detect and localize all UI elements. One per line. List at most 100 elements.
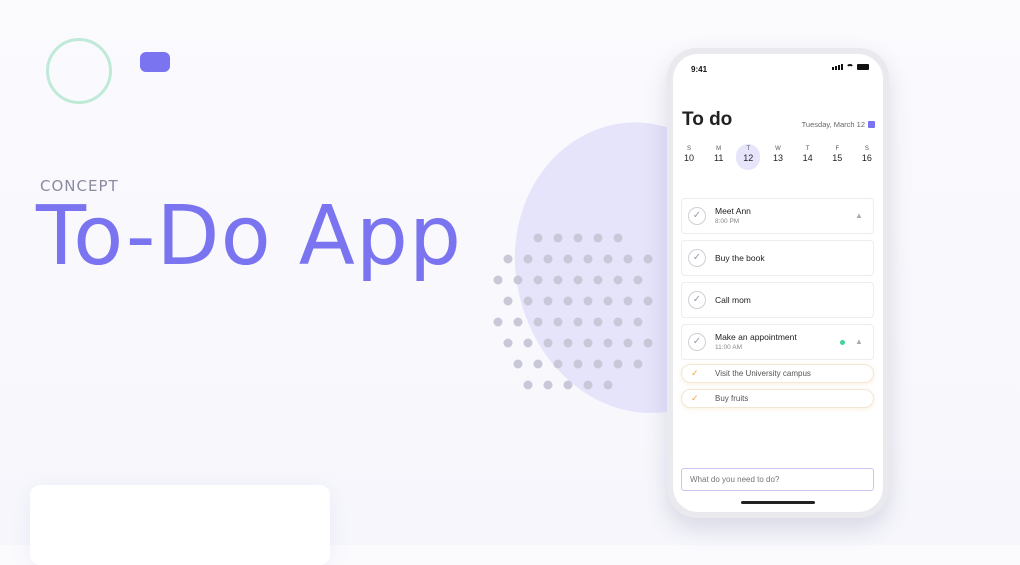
day-10[interactable]: S 10	[677, 144, 701, 170]
bell-icon[interactable]: ▲	[855, 338, 863, 346]
status-icons	[832, 64, 869, 70]
dot	[563, 338, 573, 348]
dot	[553, 359, 563, 369]
check-icon[interactable]: ✓	[688, 291, 706, 309]
day-12[interactable]: T 12	[736, 144, 761, 170]
dot	[573, 233, 583, 243]
completed-task-item[interactable]: ✓ Buy fruits	[681, 389, 874, 408]
dot	[643, 338, 653, 348]
dot	[523, 296, 533, 306]
check-icon[interactable]: ✓	[688, 249, 706, 267]
status-time: 9:41	[691, 65, 708, 74]
day-letter: S	[686, 146, 691, 152]
dot	[613, 359, 623, 369]
day-number: 14	[802, 153, 813, 163]
completed-task-title: Visit the University campus	[715, 369, 811, 378]
week-strip: S 10 M 11 T 12 W 13 T 14 F 15 S 16	[677, 144, 879, 170]
task-item[interactable]: ✓ Meet Ann 8:00 PM ▲	[681, 198, 874, 234]
signal-icon	[832, 64, 843, 70]
smile-icon	[46, 38, 112, 104]
day-16[interactable]: S 16	[855, 144, 879, 170]
dot	[493, 317, 503, 327]
dot	[503, 296, 513, 306]
dot	[603, 296, 613, 306]
day-number: 12	[743, 153, 754, 163]
hero-title: To-Do App	[36, 189, 463, 284]
dot	[583, 254, 593, 264]
dot	[573, 275, 583, 285]
dot	[583, 296, 593, 306]
checkmark-icon[interactable]: ✓	[691, 368, 699, 379]
dot	[553, 275, 563, 285]
check-icon[interactable]: ✓	[688, 333, 706, 351]
dot	[563, 380, 573, 390]
day-letter: F	[835, 146, 840, 152]
dot	[643, 296, 653, 306]
date-picker[interactable]: Tuesday, March 12	[802, 120, 875, 129]
check-icon[interactable]: ✓	[688, 207, 706, 225]
day-15[interactable]: F 15	[825, 144, 849, 170]
dot	[573, 317, 583, 327]
day-letter: S	[864, 146, 869, 152]
task-title: Buy the book	[715, 253, 765, 263]
status-dot	[840, 340, 845, 345]
page-title: To do	[682, 109, 733, 130]
dot	[543, 254, 553, 264]
day-letter: M	[716, 146, 722, 152]
dot	[593, 359, 603, 369]
bell-icon[interactable]: ▲	[855, 212, 863, 220]
day-number: 10	[683, 153, 694, 163]
dot	[503, 254, 513, 264]
dot	[523, 380, 533, 390]
dot	[623, 296, 633, 306]
day-letter: W	[775, 146, 781, 152]
dot	[503, 338, 513, 348]
dot	[543, 296, 553, 306]
dot	[533, 233, 543, 243]
task-item[interactable]: ✓ Make an appointment 11:00 AM ▲	[681, 324, 874, 360]
dot	[603, 338, 613, 348]
dot	[513, 317, 523, 327]
dot	[523, 338, 533, 348]
phone-mockup: 9:41 To do Tuesday, March 12 S 10 M 11 T 12 W 1…	[667, 48, 889, 518]
dot	[633, 317, 643, 327]
preview-card	[30, 485, 330, 565]
dot	[543, 338, 553, 348]
dot	[643, 254, 653, 264]
dot	[593, 317, 603, 327]
dot	[603, 380, 613, 390]
completed-task-item[interactable]: ✓ Visit the University campus	[681, 364, 874, 383]
wifi-icon	[846, 64, 854, 70]
dot	[613, 275, 623, 285]
task-title: Meet Ann	[715, 206, 751, 216]
dot	[513, 359, 523, 369]
day-13[interactable]: W 13	[766, 144, 790, 170]
dot	[513, 275, 523, 285]
dot	[533, 275, 543, 285]
dot	[633, 275, 643, 285]
dot	[593, 275, 603, 285]
checkmark-icon[interactable]: ✓	[691, 393, 699, 404]
day-11[interactable]: M 11	[707, 144, 731, 170]
dot	[623, 254, 633, 264]
task-time: 8:00 PM	[715, 218, 740, 225]
dot	[533, 317, 543, 327]
calendar-icon[interactable]	[868, 121, 875, 128]
dot	[563, 254, 573, 264]
dot	[603, 254, 613, 264]
dot-pattern-decoration	[493, 233, 653, 390]
task-title: Make an appointment	[715, 332, 797, 342]
dot	[583, 338, 593, 348]
dot	[583, 380, 593, 390]
dot	[523, 254, 533, 264]
dot	[633, 359, 643, 369]
task-item[interactable]: ✓ Call mom	[681, 282, 874, 318]
dot	[493, 275, 503, 285]
task-item[interactable]: ✓ Buy the book	[681, 240, 874, 276]
day-number: 16	[861, 153, 872, 163]
new-task-input[interactable]	[681, 468, 874, 491]
day-letter: T	[746, 146, 751, 152]
day-14[interactable]: T 14	[796, 144, 820, 170]
dot	[543, 380, 553, 390]
day-number: 13	[772, 153, 783, 163]
